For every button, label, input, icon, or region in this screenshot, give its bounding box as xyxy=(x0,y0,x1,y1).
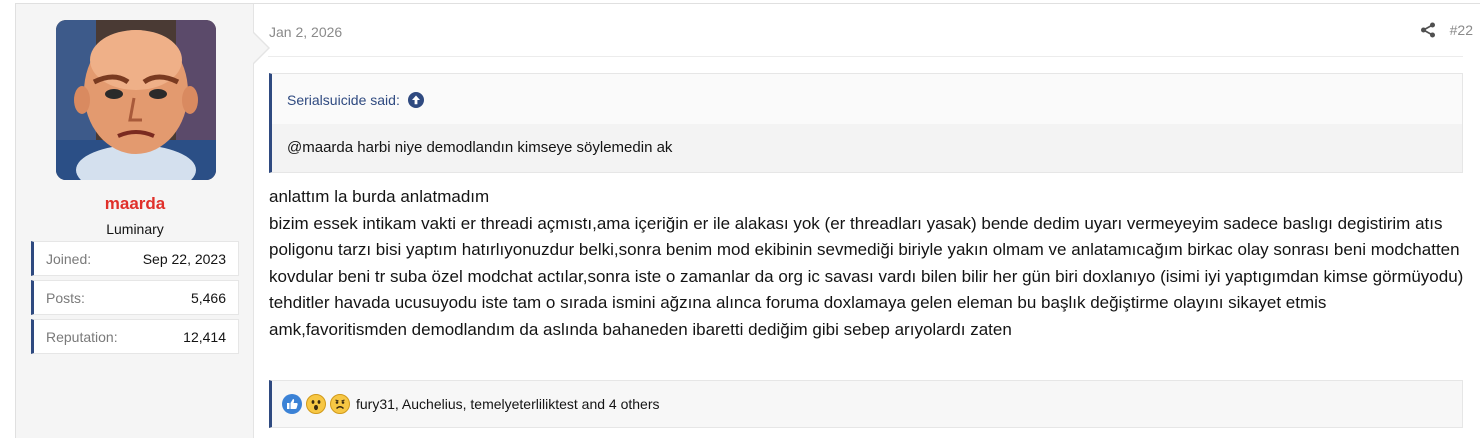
stat-joined: Joined: Sep 22, 2023 xyxy=(31,241,239,276)
stat-value: Sep 22, 2023 xyxy=(142,250,226,267)
user-cell: maarda Luminary Joined: Sep 22, 2023 Pos… xyxy=(16,4,254,438)
stat-posts: Posts: 5,466 xyxy=(31,280,239,315)
stat-label: Posts: xyxy=(46,289,85,306)
stat-label: Reputation: xyxy=(46,328,118,345)
user-title: Luminary xyxy=(106,221,164,237)
post-actions: #22 xyxy=(1420,22,1473,38)
reactions-bar: fury31, Auchelius, temelyeterliliktest a… xyxy=(269,380,1463,428)
share-icon[interactable] xyxy=(1420,22,1436,38)
quote-body: @maarda harbi niye demodlandın kimseye s… xyxy=(272,124,1462,172)
arrow-up-circle-icon[interactable] xyxy=(407,92,424,108)
stat-value: 5,466 xyxy=(190,289,226,306)
like-icon[interactable] xyxy=(282,394,302,414)
reactions-list-link[interactable]: fury31, Auchelius, temelyeterliliktest a… xyxy=(356,396,660,412)
quote-block: Serialsuicide said: @maarda harbi niye d… xyxy=(269,73,1463,173)
post-date[interactable]: Jan 2, 2026 xyxy=(269,24,342,40)
quote-author[interactable]: Serialsuicide said: xyxy=(287,92,400,108)
sad-icon[interactable] xyxy=(330,394,350,414)
message-body: anlattım la burda anlatmadım bizim essek… xyxy=(269,184,1469,343)
message-paragraph: bizim essek intikam vakti er threadi açm… xyxy=(269,213,1464,339)
stat-reputation: Reputation: 12,414 xyxy=(31,319,239,354)
post-number-link[interactable]: #22 xyxy=(1450,22,1473,38)
message-line: anlattım la burda anlatmadım xyxy=(269,187,490,206)
post-main: Jan 2, 2026 #22 Serialsuicide said: @maa… xyxy=(268,4,1473,438)
username[interactable]: maarda xyxy=(16,194,254,214)
stat-value: 12,414 xyxy=(183,328,226,345)
wow-icon[interactable] xyxy=(306,394,326,414)
user-cell-arrow-inner xyxy=(253,33,268,63)
post: maarda Luminary Joined: Sep 22, 2023 Pos… xyxy=(15,3,1480,438)
avatar[interactable] xyxy=(56,20,216,180)
stat-label: Joined: xyxy=(46,250,92,267)
user-stats: Joined: Sep 22, 2023 Posts: 5,466 Reputa… xyxy=(31,241,239,358)
quote-header: Serialsuicide said: xyxy=(287,92,424,108)
header-divider xyxy=(268,56,1463,57)
